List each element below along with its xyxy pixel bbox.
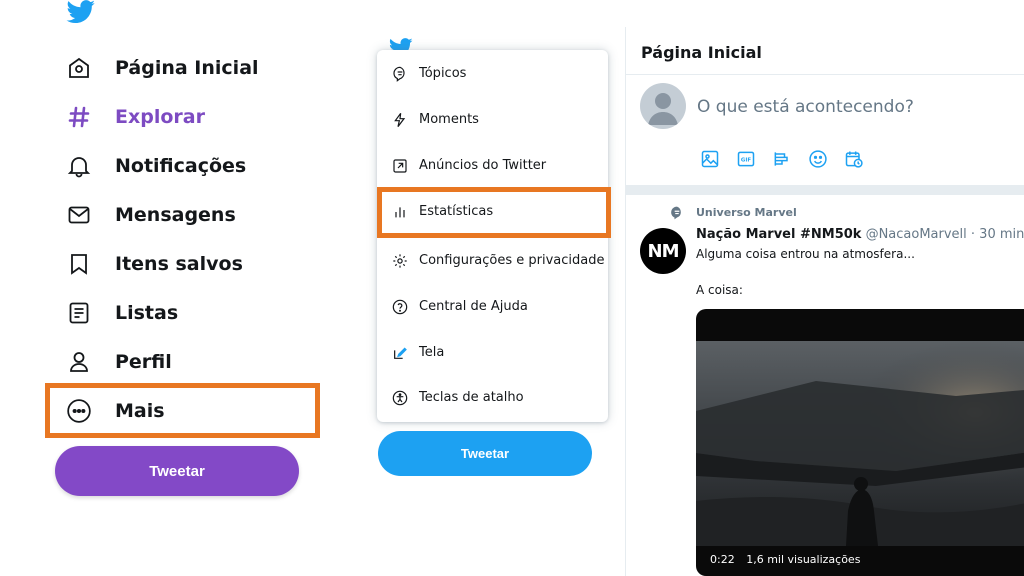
- video-thumbnail: [696, 341, 1024, 546]
- nav-item-bookmarks[interactable]: Itens salvos: [56, 244, 243, 284]
- nav-label-lists: Listas: [115, 302, 179, 324]
- avatar[interactable]: [640, 83, 686, 129]
- video-duration: 0:22: [710, 553, 735, 566]
- nav-item-profile[interactable]: Perfil: [56, 342, 172, 382]
- menu-label-help-center: Central de Ajuda: [419, 299, 528, 314]
- page-title: Página Inicial: [641, 43, 762, 62]
- emoji-icon[interactable]: [804, 147, 832, 171]
- envelope-icon: [66, 202, 92, 228]
- lightning-icon: [391, 111, 409, 129]
- external-arrow-icon: [391, 157, 409, 175]
- highlight-box-more: [45, 383, 320, 438]
- menu-label-twitter-ads: Anúncios do Twitter: [419, 158, 547, 173]
- nav-label-profile: Perfil: [115, 351, 172, 373]
- tweet-composer: O que está acontecendo? GIF: [626, 75, 1024, 185]
- tweet-button[interactable]: Tweetar: [55, 446, 299, 496]
- accessibility-icon: [391, 389, 409, 407]
- video-player[interactable]: 0:22 1,6 mil visualizações: [696, 309, 1024, 576]
- tweet-text-line2: A coisa:: [696, 283, 743, 297]
- nav-label-explore: Explorar: [115, 106, 205, 128]
- menu-item-topics[interactable]: Tópicos: [377, 51, 608, 96]
- home-timeline: Página Inicial O que está acontecendo? G…: [625, 27, 1024, 576]
- menu-item-help-center[interactable]: Central de Ajuda: [377, 284, 608, 329]
- person-icon: [66, 349, 92, 375]
- menu-label-settings: Configurações e privacidade: [419, 253, 605, 268]
- nav-item-lists[interactable]: Listas: [56, 293, 178, 333]
- help-icon: [391, 298, 409, 316]
- tweet-text: Alguma coisa entrou na atmosfera...: [696, 247, 915, 261]
- video-meta: 0:22 1,6 mil visualizações: [710, 553, 860, 566]
- nav-item-notifications[interactable]: Notificações: [56, 146, 246, 186]
- menu-label-keyboard-shortcuts: Teclas de atalho: [419, 390, 524, 405]
- nav-label-messages: Mensagens: [115, 204, 236, 226]
- list-icon: [66, 300, 92, 326]
- nav-label-notifications: Notificações: [115, 155, 247, 177]
- nav-item-explore[interactable]: Explorar: [56, 97, 205, 137]
- menu-item-keyboard-shortcuts[interactable]: Teclas de atalho: [377, 375, 608, 420]
- timeline-header: Página Inicial: [626, 27, 1024, 75]
- menu-label-display: Tela: [419, 345, 445, 360]
- home-icon: [66, 55, 92, 81]
- menu-item-settings[interactable]: Configurações e privacidade: [377, 238, 608, 283]
- gear-icon: [391, 252, 409, 270]
- menu-item-moments[interactable]: Moments: [377, 97, 608, 142]
- menu-label-moments: Moments: [419, 112, 479, 127]
- image-icon[interactable]: [696, 147, 724, 171]
- twitter-logo-icon[interactable]: [66, 0, 96, 24]
- topics-icon: [391, 65, 409, 83]
- compose-toolbar: GIF: [696, 147, 868, 171]
- nav-item-home[interactable]: Página Inicial: [56, 48, 259, 88]
- menu-item-twitter-ads[interactable]: Anúncios do Twitter: [377, 143, 608, 188]
- pen-icon: [391, 344, 409, 362]
- author-avatar[interactable]: NM: [640, 228, 686, 274]
- tweet-header: Nação Marvel #NM50k @NacaoMarvell · 30 m…: [696, 227, 1024, 242]
- author-name[interactable]: Nação Marvel #NM50k: [696, 227, 861, 242]
- poll-icon[interactable]: [768, 147, 796, 171]
- video-view-count: 1,6 mil visualizações: [746, 553, 861, 566]
- hashtag-icon: [66, 104, 92, 130]
- bell-icon: [66, 153, 92, 179]
- menu-label-topics: Tópicos: [419, 66, 467, 81]
- bookmark-icon: [66, 251, 92, 277]
- section-divider: [626, 185, 1024, 195]
- menu-item-display[interactable]: Tela: [377, 330, 608, 375]
- svg-text:GIF: GIF: [741, 158, 751, 164]
- tweet-card[interactable]: Universo Marvel NM Nação Marvel #NM50k @…: [626, 195, 1024, 576]
- app-root: Página Inicial Explorar Notificações Men…: [0, 0, 1024, 576]
- schedule-icon[interactable]: [840, 147, 868, 171]
- highlight-box-analytics: [377, 187, 611, 238]
- gif-icon[interactable]: GIF: [732, 147, 760, 171]
- author-handle[interactable]: @NacaoMarvell · 30 min: [866, 227, 1024, 242]
- topic-pin-icon: [670, 205, 684, 220]
- nav-label-bookmarks: Itens salvos: [115, 253, 243, 275]
- compose-input[interactable]: O que está acontecendo?: [697, 97, 914, 117]
- nav-item-messages[interactable]: Mensagens: [56, 195, 236, 235]
- tweet-context-label[interactable]: Universo Marvel: [696, 206, 797, 219]
- tweet-button-secondary[interactable]: Tweetar: [378, 431, 592, 476]
- nav-label-home: Página Inicial: [115, 57, 259, 79]
